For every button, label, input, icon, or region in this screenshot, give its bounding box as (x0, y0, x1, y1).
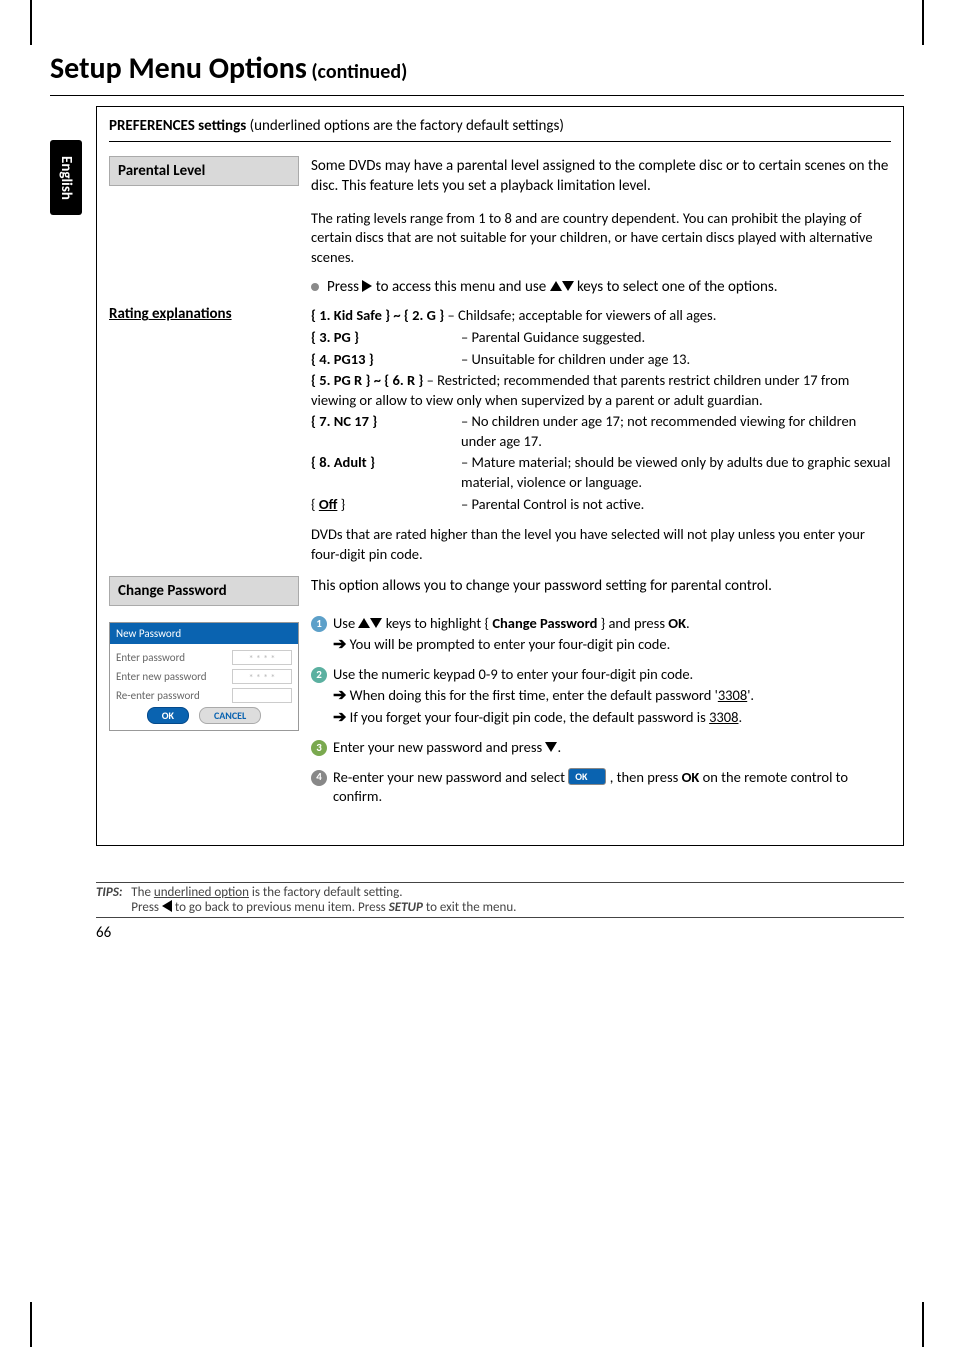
rating-key: { 7. NC 17 } (311, 412, 377, 430)
parental-instruction: Press to access this menu and use keys t… (311, 277, 891, 297)
preferences-panel: PREFERENCES settings (underlined options… (96, 106, 904, 846)
result-arrow-icon: ➔ (333, 686, 346, 705)
right-arrow-icon (362, 280, 372, 292)
step-1: 1 Use keys to highlight { Change Passwor… (311, 614, 891, 655)
rating-key: { 3. PG } (311, 328, 359, 346)
text: SETUP (389, 900, 423, 915)
step-number-icon: 2 (311, 667, 327, 683)
parental-level-label: Parental Level (109, 156, 299, 186)
left-arrow-icon (162, 900, 172, 912)
ratings-footer: DVDs that are rated higher than the leve… (311, 525, 891, 564)
bullet-dot-icon (311, 283, 319, 291)
crop-mark (922, 0, 924, 45)
crop-mark (922, 1302, 924, 1347)
step-3: 3 Enter your new password and press . (311, 738, 891, 758)
text: '. (747, 686, 754, 704)
section-header-bold: PREFERENCES settings (109, 117, 246, 135)
step-number-icon: 4 (311, 770, 327, 786)
enter-password-input[interactable]: * * * * (232, 650, 292, 665)
tips-label: TIPS: (96, 885, 122, 900)
text: } and press (597, 614, 668, 632)
dialog-label: Enter password (116, 651, 185, 664)
text: . (557, 738, 561, 756)
text: to go back to previous menu item. Press (172, 900, 389, 915)
language-tab: English (50, 140, 82, 215)
text: The (131, 885, 154, 900)
change-password-intro: This option allows you to change your pa… (311, 576, 891, 596)
title-continued: (continued) (307, 60, 408, 84)
dialog-label: Re-enter password (116, 689, 200, 702)
rating-key: { 4. PG13 } (311, 350, 374, 368)
rating-val: – No children under age 17; not recommen… (461, 411, 891, 452)
up-arrow-icon (358, 618, 370, 628)
result-arrow-icon: ➔ (333, 708, 346, 727)
text: Change Password (492, 614, 597, 632)
parental-intro: Some DVDs may have a parental level assi… (311, 156, 891, 197)
text: OK (682, 768, 700, 786)
dialog-label: Enter new password (116, 670, 207, 683)
text: underlined option (154, 885, 249, 900)
change-password-label: Change Password (109, 576, 299, 606)
text: Re-enter your new password and select (333, 768, 568, 786)
text: , then press (606, 768, 681, 786)
text: keys to select one of the options. (574, 278, 778, 296)
text: is the factory default setting. (249, 885, 403, 900)
rating-key: { 1. Kid Safe } ~ { 2. G } (311, 306, 444, 324)
text: . (686, 614, 690, 632)
down-arrow-icon (370, 618, 382, 628)
step-number-icon: 3 (311, 740, 327, 756)
password-dialog: New Password Enter password * * * * Enter… (109, 622, 299, 731)
text: keys to highlight { (382, 614, 492, 632)
page-number: 66 (96, 924, 904, 942)
text: . (738, 708, 742, 726)
text: When doing this for the first time, ente… (346, 686, 717, 704)
section-header-rest: (underlined options are the factory defa… (246, 117, 564, 135)
text: to access this menu and use (372, 278, 549, 296)
ratings-table: { 1. Kid Safe } ~ { 2. G } – Childsafe; … (311, 305, 891, 515)
text: Enter your new password and press (333, 738, 545, 756)
reenter-password-input[interactable] (232, 688, 292, 703)
crop-mark (30, 1302, 32, 1347)
dialog-ok-button[interactable]: OK (147, 707, 189, 724)
tips-box: TIPS: The underlined option is the facto… (96, 882, 904, 918)
rating-val: – Parental Guidance suggested. (461, 327, 891, 349)
dialog-cancel-button[interactable]: CANCEL (199, 707, 261, 724)
section-header: PREFERENCES settings (underlined options… (109, 117, 891, 142)
text: Press (131, 900, 162, 915)
dialog-title: New Password (110, 623, 298, 644)
step-2: 2 Use the numeric keypad 0-9 to enter yo… (311, 665, 891, 728)
title-main: Setup Menu Options (50, 50, 307, 87)
rating-val: – Unsuitable for children under age 13. (461, 349, 891, 371)
rating-val: – Mature material; should be viewed only… (461, 452, 891, 493)
text: to exit the menu. (423, 900, 517, 915)
page-title: Setup Menu Options (continued) (50, 50, 904, 96)
text: Press (327, 278, 362, 296)
rating-key: { 5. PG R } ~ { 6. R } (311, 371, 423, 389)
default-code: 3308 (718, 686, 747, 704)
rating-val: – Parental Control is not active. (461, 494, 891, 516)
ok-pill-icon: OK (568, 768, 606, 786)
text: If you forget your four-digit pin code, … (346, 708, 709, 726)
text: Use the numeric keypad 0-9 to enter your… (333, 665, 693, 683)
rating-key: { 8. Adult } (311, 453, 375, 471)
result-arrow-icon: ➔ (333, 635, 346, 654)
rating-val: – Childsafe; acceptable for viewers of a… (444, 306, 716, 324)
default-code: 3308 (709, 708, 738, 726)
step-number-icon: 1 (311, 616, 327, 632)
enter-new-password-input[interactable]: * * * * (232, 669, 292, 684)
step-4: 4 Re-enter your new password and select … (311, 768, 891, 807)
text: You will be prompted to enter your four-… (346, 635, 670, 653)
rating-explanations-heading: Rating explanations (109, 305, 299, 323)
rating-key-off: Off (319, 495, 338, 513)
down-arrow-icon (545, 742, 557, 752)
text: OK (668, 614, 686, 632)
text: Use (333, 614, 358, 632)
parental-note: The rating levels range from 1 to 8 and … (311, 209, 891, 268)
language-tab-label: English (57, 156, 75, 200)
crop-mark (30, 0, 32, 45)
down-arrow-icon (562, 281, 574, 291)
up-arrow-icon (550, 281, 562, 291)
